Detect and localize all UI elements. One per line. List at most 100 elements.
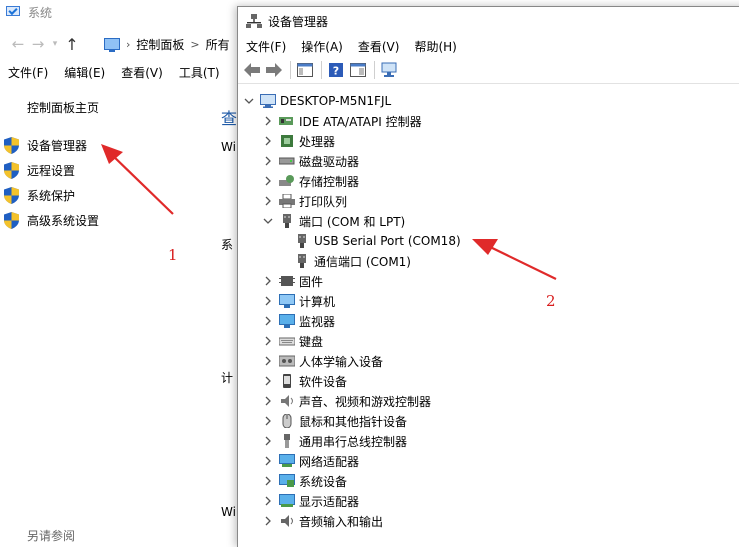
chevron-right-icon[interactable] [263, 456, 273, 466]
tree-node-software-device[interactable]: 软件设备 [263, 371, 347, 391]
tree-node-label: 键盘 [299, 334, 324, 349]
tree-node-label: 显示适配器 [299, 494, 360, 509]
usb-icon [279, 434, 295, 448]
tree-node-usb[interactable]: 通用串行总线控制器 [263, 431, 407, 451]
forward-arrow-icon[interactable]: → [28, 35, 48, 53]
chevron-right-icon[interactable] [263, 476, 273, 486]
computer-icon [279, 294, 295, 308]
task-remote-settings-label: 远程设置 [27, 164, 76, 178]
tree-node-audio-io[interactable]: 音频输入和输出 [263, 511, 383, 531]
tree-node-storage-controller[interactable]: 存储控制器 [263, 171, 359, 191]
back-arrow-icon[interactable] [242, 60, 262, 80]
tree-node-hid[interactable]: 人体学输入设备 [263, 351, 383, 371]
up-arrow-icon[interactable]: ↑ [62, 35, 82, 54]
chevron-right-icon[interactable] [263, 176, 273, 186]
mouse-icon [279, 413, 295, 429]
help-icon[interactable]: ? [326, 60, 346, 80]
tree-node-label: IDE ATA/ATAPI 控制器 [299, 114, 422, 129]
tree-node-system-device[interactable]: 系统设备 [263, 471, 347, 491]
tree-node-keyboard[interactable]: 键盘 [263, 331, 323, 351]
chevron-down-icon[interactable] [244, 96, 254, 106]
address-bar[interactable]: › 控制面板 > 所有 [104, 33, 244, 55]
chevron-right-icon[interactable] [263, 516, 273, 526]
chevron-right-icon[interactable] [263, 276, 273, 286]
tree-node-processor[interactable]: 处理器 [263, 131, 335, 151]
windows-activation-fragment: Wi [221, 505, 236, 519]
system-menu-file[interactable]: 文件(F) [8, 64, 48, 84]
tree-node-label: 监视器 [299, 314, 336, 329]
tree-node-network-adapter[interactable]: 网络适配器 [263, 451, 359, 471]
address-segment-all[interactable]: 所有 [206, 36, 230, 53]
properties-pane-icon[interactable] [348, 60, 368, 80]
task-remote-settings[interactable]: 远程设置 [4, 158, 99, 183]
chevron-right-icon[interactable] [263, 316, 273, 326]
tree-root-computer[interactable]: DESKTOP-M5N1FJL [244, 91, 391, 111]
tree-node-sound[interactable]: 声音、视频和游戏控制器 [263, 391, 431, 411]
chevron-right-icon[interactable] [263, 396, 273, 406]
tree-node-mouse[interactable]: 鼠标和其他指针设备 [263, 411, 407, 431]
system-menu-view[interactable]: 查看(V) [121, 64, 163, 84]
annotation-arrow-1 [101, 144, 174, 215]
tree-node-label: 打印队列 [299, 194, 348, 209]
chevron-right-icon[interactable] [263, 376, 273, 386]
system-menu-edit[interactable]: 编辑(E) [64, 64, 105, 84]
chevron-right-icon[interactable] [263, 356, 273, 366]
system-check-icon [6, 5, 22, 19]
task-device-manager[interactable]: 设备管理器 [4, 133, 99, 158]
network-adapter-icon [279, 454, 295, 468]
task-system-protection[interactable]: 系统保护 [4, 183, 99, 208]
chevron-down-icon[interactable] [263, 216, 273, 226]
task-advanced-settings-label: 高级系统设置 [27, 214, 100, 228]
tree-node-label: 系统设备 [299, 474, 348, 489]
port-icon [294, 234, 310, 248]
software-device-icon [279, 374, 295, 388]
chevron-right-icon[interactable] [263, 196, 273, 206]
tree-node-computer[interactable]: 计算机 [263, 291, 335, 311]
chevron-right-icon[interactable] [263, 156, 273, 166]
tree-node-monitor[interactable]: 监视器 [263, 311, 335, 331]
uac-shield-icon [4, 162, 19, 179]
port-icon [279, 214, 295, 228]
control-panel-home-link[interactable]: 控制面板主页 [27, 99, 99, 116]
chevron-right-icon[interactable] [263, 496, 273, 506]
tree-node-label: 网络适配器 [299, 454, 360, 469]
tree-node-port[interactable]: 端口 (COM 和 LPT) [263, 211, 405, 231]
recent-chevron-icon[interactable]: ▾ [48, 39, 62, 49]
tree-node-label: 磁盘驱动器 [299, 154, 360, 169]
dm-menu-action[interactable]: 操作(A) [301, 38, 343, 55]
hid-icon [278, 354, 296, 368]
tree-node-label: 计算机 [299, 294, 336, 309]
chevron-right-icon[interactable] [263, 136, 273, 146]
dm-menu-view[interactable]: 查看(V) [358, 38, 400, 55]
device-manager-window: 设备管理器 文件(F) 操作(A) 查看(V) 帮助(H) ? DESKTOP-… [237, 6, 739, 547]
port-icon [294, 254, 310, 268]
system-menu-tools[interactable]: 工具(T) [179, 64, 220, 84]
forward-arrow-icon[interactable] [264, 60, 284, 80]
dm-menu-help[interactable]: 帮助(H) [414, 38, 456, 55]
tree-node-firmware[interactable]: 固件 [263, 271, 323, 291]
show-hide-console-tree-icon[interactable] [295, 60, 315, 80]
scan-hardware-icon[interactable] [379, 60, 399, 80]
tree-node-printer[interactable]: 打印队列 [263, 191, 347, 211]
system-task-list: 设备管理器 远程设置 系统保护 高级系统设置 [4, 133, 99, 233]
address-segment-control-panel[interactable]: 控制面板 [136, 36, 184, 53]
dm-menu-file[interactable]: 文件(F) [246, 38, 286, 55]
tree-node-disk-drive[interactable]: 磁盘驱动器 [263, 151, 359, 171]
toolbar-separator [321, 61, 322, 79]
tree-node-label: 通用串行总线控制器 [299, 434, 408, 449]
chevron-right-icon[interactable] [263, 436, 273, 446]
tree-child-port[interactable]: 通信端口 (COM1) [282, 251, 411, 271]
chevron-right-icon[interactable] [263, 296, 273, 306]
chevron-right-icon[interactable] [263, 416, 273, 426]
task-advanced-settings[interactable]: 高级系统设置 [4, 208, 99, 233]
tree-node-ide-controller[interactable]: IDE ATA/ATAPI 控制器 [263, 111, 422, 131]
annotation-arrow-2 [472, 239, 557, 280]
tree-node-display-adapter[interactable]: 显示适配器 [263, 491, 359, 511]
chevron-right-icon[interactable] [263, 116, 273, 126]
back-arrow-icon[interactable]: ← [8, 35, 28, 53]
tree-child-port[interactable]: USB Serial Port (COM18) [282, 231, 461, 251]
chevron-right-icon[interactable] [263, 336, 273, 346]
system-window-title: 系统 [28, 5, 53, 20]
